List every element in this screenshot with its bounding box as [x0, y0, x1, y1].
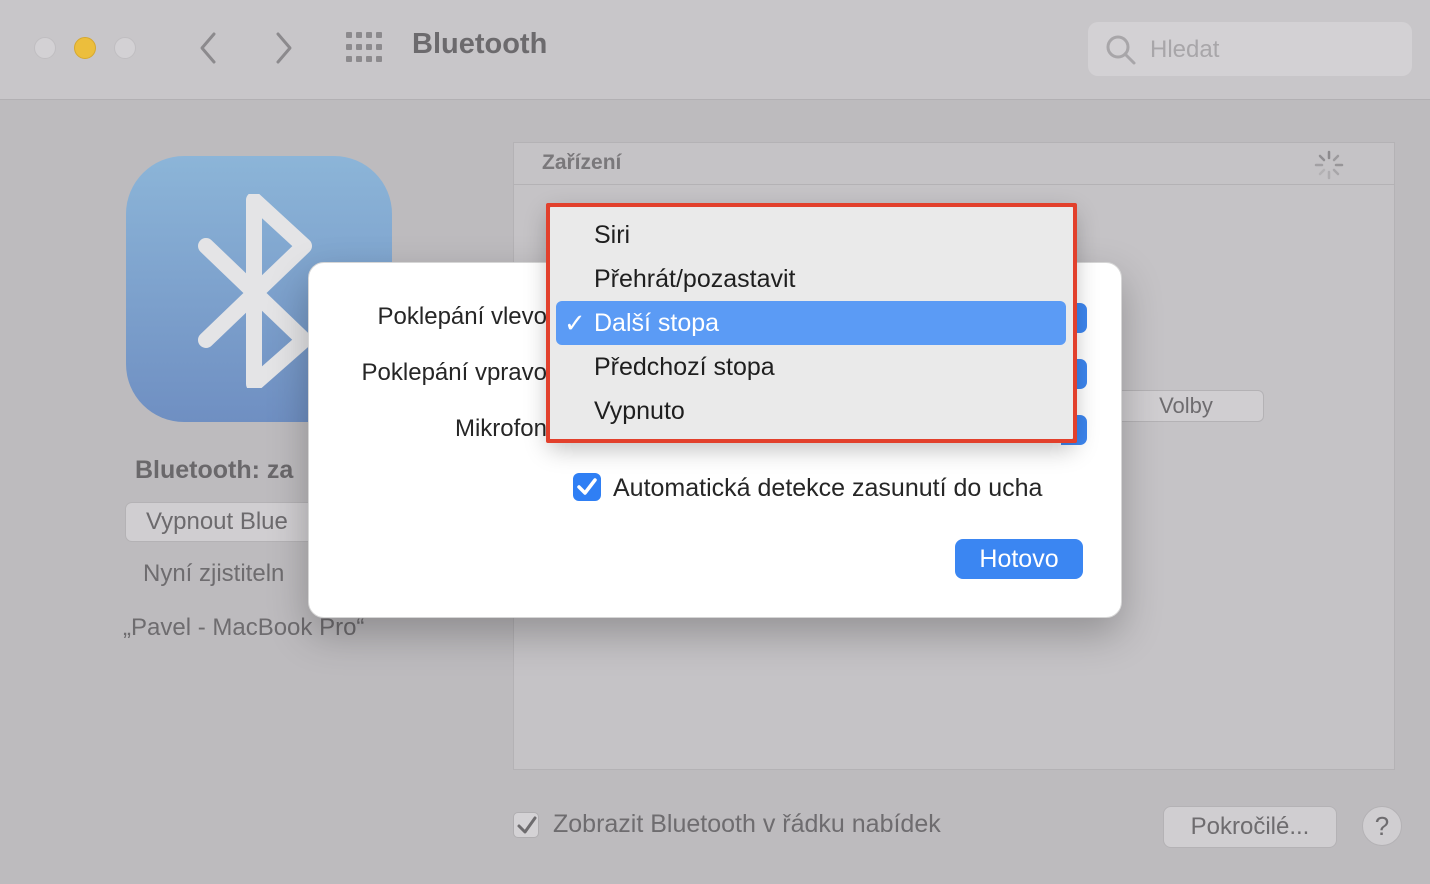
double-tap-left-label: Poklepání vlevo: [377, 303, 547, 330]
bluetooth-status: Bluetooth: za: [135, 456, 294, 484]
show-in-menu-bar-checkbox[interactable]: [513, 812, 539, 838]
done-label: Hotovo: [979, 545, 1059, 573]
devices-header: Zařízení: [514, 143, 1394, 185]
show-in-menu-bar-label: Zobrazit Bluetooth v řádku nabídek: [553, 810, 941, 838]
back-button[interactable]: [192, 28, 226, 68]
bluetooth-icon: [198, 194, 312, 388]
window-titlebar: Bluetooth Hledat: [0, 0, 1430, 100]
auto-ear-detection-checkbox[interactable]: [573, 473, 601, 501]
turn-off-bluetooth-button[interactable]: Vypnout Blue: [125, 502, 325, 542]
auto-ear-detection-label: Automatická detekce zasunutí do ucha: [613, 474, 1043, 502]
forward-button[interactable]: [266, 28, 300, 68]
devices-title: Zařízení: [542, 151, 622, 174]
annotation-highlight-box: [546, 203, 1077, 443]
close-icon[interactable]: [34, 37, 56, 59]
chevron-right-icon: [276, 32, 292, 64]
show-all-button[interactable]: [344, 30, 384, 64]
window-title: Bluetooth: [412, 28, 548, 60]
zoom-icon[interactable]: [114, 37, 136, 59]
microphone-label: Mikrofon: [454, 415, 547, 442]
checkmark-icon: [577, 478, 597, 495]
options-label: Volby: [1159, 393, 1213, 418]
advanced-label: Pokročilé...: [1190, 813, 1310, 840]
done-button[interactable]: Hotovo: [955, 539, 1083, 579]
computer-name: „Pavel - MacBook Pro“: [123, 614, 365, 641]
spinner-icon: [1314, 150, 1344, 180]
double-tap-right-label: Poklepání vpravo: [361, 359, 547, 386]
advanced-button[interactable]: Pokročilé...: [1163, 806, 1337, 848]
search-icon: [1106, 35, 1136, 65]
options-button[interactable]: Volby: [1108, 390, 1264, 422]
discoverable-text: Nyní zjistiteln: [143, 560, 285, 587]
checkmark-icon: [517, 816, 537, 834]
chevron-left-icon: [200, 32, 216, 64]
grid-icon: [346, 32, 382, 62]
help-button[interactable]: ?: [1362, 806, 1402, 846]
search-input[interactable]: Hledat: [1150, 36, 1219, 64]
minimize-icon[interactable]: [74, 37, 96, 59]
turn-off-bluetooth-label: Vypnout Blue: [146, 508, 288, 535]
search-field[interactable]: Hledat: [1088, 22, 1412, 76]
